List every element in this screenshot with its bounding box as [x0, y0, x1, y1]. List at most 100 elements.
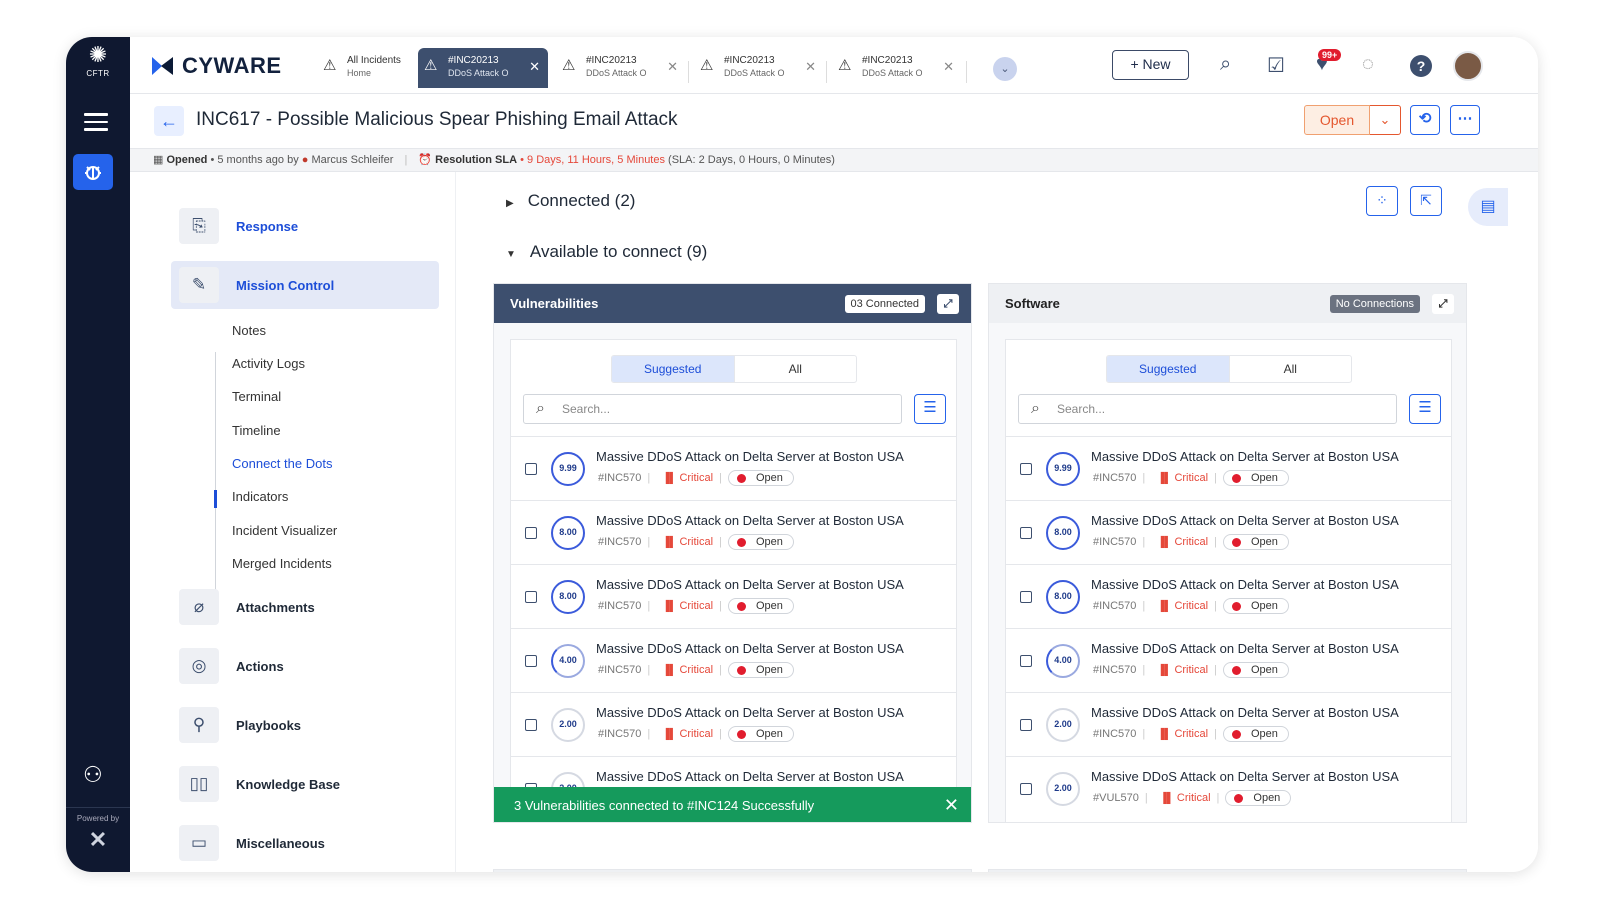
org-logo[interactable]: ✺ CFTR: [78, 43, 118, 79]
item-title[interactable]: Massive DDoS Attack on Delta Server at B…: [1091, 449, 1399, 464]
graph-view-button[interactable]: ⁘: [1366, 186, 1398, 216]
brand-logo[interactable]: CYWARE: [152, 53, 282, 79]
item-title[interactable]: Massive DDoS Attack on Delta Server at B…: [596, 577, 904, 592]
close-tab-icon[interactable]: ✕: [805, 60, 816, 73]
filter-settings-icon[interactable]: ☰: [1409, 394, 1441, 424]
back-arrow-icon[interactable]: ←: [154, 106, 184, 136]
tab-incident-1[interactable]: ⚠ #INC20213 DDoS Attack O ✕: [418, 48, 548, 88]
row-checkbox[interactable]: [1020, 719, 1032, 731]
tab-incident-2[interactable]: ⚠ #INC20213 DDoS Attack O ✕: [556, 48, 686, 88]
nav-mission-control[interactable]: ✎ Mission Control: [171, 261, 439, 309]
list-item[interactable]: 4.00 Massive DDoS Attack on Delta Server …: [1006, 628, 1451, 692]
item-title[interactable]: Massive DDoS Attack on Delta Server at B…: [1091, 705, 1399, 720]
risk-score: 8.00: [551, 516, 585, 550]
row-checkbox[interactable]: [525, 719, 537, 731]
cyware-logo-icon: [152, 55, 176, 77]
list-item[interactable]: 2.00 Massive DDoS Attack on Delta Server …: [1006, 756, 1451, 820]
nav-sub-terminal[interactable]: Terminal: [232, 389, 281, 404]
tab-all[interactable]: All: [1230, 356, 1352, 382]
tab-suggested[interactable]: Suggested: [1107, 356, 1230, 382]
nav-attachments[interactable]: ⌀ Attachments: [171, 583, 439, 631]
nav-sub-timeline[interactable]: Timeline: [232, 423, 281, 438]
list-item[interactable]: 2.00 Massive DDoS Attack on Delta Server …: [1006, 692, 1451, 756]
refresh-button[interactable]: ⟲: [1410, 105, 1440, 135]
item-title[interactable]: Massive DDoS Attack on Delta Server at B…: [596, 449, 904, 464]
tab-incident-3[interactable]: ⚠ #INC20213 DDoS Attack O ✕: [694, 48, 824, 88]
row-checkbox[interactable]: [1020, 783, 1032, 795]
nav-sub-incident-visualizer[interactable]: Incident Visualizer: [232, 523, 337, 538]
nav-sub-indicators[interactable]: Indicators: [232, 489, 288, 504]
close-tab-icon[interactable]: ✕: [943, 60, 954, 73]
list-item[interactable]: 4.00 Massive DDoS Attack on Delta Server …: [511, 628, 956, 692]
expand-icon[interactable]: ⤢: [1432, 293, 1454, 314]
search-icon: ⌕: [536, 400, 545, 417]
chevron-down-icon[interactable]: ⌄: [1370, 105, 1401, 135]
export-button[interactable]: ⇱: [1410, 186, 1442, 216]
item-title[interactable]: Massive DDoS Attack on Delta Server at B…: [596, 641, 904, 656]
list-item[interactable]: 8.00 Massive DDoS Attack on Delta Server …: [511, 564, 956, 628]
item-title[interactable]: Massive DDoS Attack on Delta Server at B…: [1091, 641, 1399, 656]
severity-badge: Critical: [662, 472, 713, 484]
connected-section-toggle[interactable]: ▶ Connected (2): [506, 191, 635, 211]
status-dropdown[interactable]: Open: [1304, 105, 1370, 135]
search-icon: ⌕: [1031, 400, 1040, 417]
nav-sub-activity-logs[interactable]: Activity Logs: [232, 356, 305, 371]
nav-actions[interactable]: ◎ Actions: [171, 642, 439, 690]
avatar[interactable]: [1453, 51, 1483, 81]
new-button[interactable]: + New: [1112, 50, 1189, 80]
user-profile-icon[interactable]: ⚇: [83, 762, 103, 788]
list-item[interactable]: 9.99 Massive DDoS Attack on Delta Server …: [1006, 436, 1451, 500]
item-title[interactable]: Massive DDoS Attack on Delta Server at B…: [1091, 769, 1399, 784]
list-item[interactable]: 2.00 Massive DDoS Attack on Delta Server …: [511, 692, 956, 756]
search-icon[interactable]: ⌕: [1220, 53, 1231, 76]
hamburger-menu-icon[interactable]: [84, 113, 108, 136]
tab-suggested[interactable]: Suggested: [612, 356, 735, 382]
incident-module-button[interactable]: [73, 154, 113, 190]
filter-settings-icon[interactable]: ☰: [914, 394, 946, 424]
item-title[interactable]: Massive DDoS Attack on Delta Server at B…: [596, 705, 904, 720]
item-title[interactable]: Massive DDoS Attack on Delta Server at B…: [1091, 577, 1399, 592]
list-item[interactable]: 8.00 Massive DDoS Attack on Delta Server …: [1006, 564, 1451, 628]
nav-sub-notes[interactable]: Notes: [232, 323, 266, 338]
status-badge: Open: [727, 598, 794, 614]
cyware-mark-icon: ✕: [88, 827, 108, 852]
nav-sub-merged-incidents[interactable]: Merged Incidents: [232, 556, 332, 571]
nav-knowledge-base[interactable]: ▯▯ Knowledge Base: [171, 760, 439, 808]
row-checkbox[interactable]: [525, 463, 537, 475]
item-title[interactable]: Massive DDoS Attack on Delta Server at B…: [596, 769, 904, 784]
row-checkbox[interactable]: [525, 655, 537, 667]
row-checkbox[interactable]: [1020, 527, 1032, 539]
row-checkbox[interactable]: [1020, 591, 1032, 603]
item-title[interactable]: Massive DDoS Attack on Delta Server at B…: [596, 513, 904, 528]
expand-icon[interactable]: ⤢: [937, 293, 959, 314]
tab-all[interactable]: All: [735, 356, 857, 382]
available-section-toggle[interactable]: ▼ Available to connect (9): [506, 242, 707, 262]
search-input[interactable]: ⌕ Search...: [523, 394, 902, 424]
close-tab-icon[interactable]: ✕: [529, 60, 540, 73]
nav-response[interactable]: ⎘ Response: [171, 202, 439, 250]
list-item[interactable]: 8.00 Massive DDoS Attack on Delta Server …: [511, 500, 956, 564]
close-tab-icon[interactable]: ✕: [667, 60, 678, 73]
close-icon[interactable]: ✕: [944, 787, 959, 822]
row-checkbox[interactable]: [1020, 463, 1032, 475]
nav-sub-connect-the-dots[interactable]: Connect the Dots: [232, 456, 332, 471]
list-item[interactable]: 8.00 Massive DDoS Attack on Delta Server …: [1006, 500, 1451, 564]
row-checkbox[interactable]: [525, 591, 537, 603]
nav-playbooks[interactable]: ⚲ Playbooks: [171, 701, 439, 749]
status-badge: Open: [727, 726, 794, 742]
tasks-check-icon[interactable]: ☑: [1267, 53, 1285, 78]
more-options-button[interactable]: ⋯: [1450, 105, 1480, 135]
search-input[interactable]: ⌕ Search...: [1018, 394, 1397, 424]
tab-incident-4[interactable]: ⚠ #INC20213 DDoS Attack O ✕: [832, 48, 962, 88]
nav-miscellaneous[interactable]: ▭ Miscellaneous: [171, 819, 439, 867]
opened-by-user[interactable]: Marcus Schleifer: [311, 154, 393, 166]
row-checkbox[interactable]: [1020, 655, 1032, 667]
more-tabs-chevron-icon[interactable]: ⌄: [993, 57, 1017, 81]
row-checkbox[interactable]: [525, 527, 537, 539]
list-item[interactable]: 9.99 Massive DDoS Attack on Delta Server …: [511, 436, 956, 500]
side-panel-toggle-icon[interactable]: ▤: [1468, 188, 1508, 226]
help-icon[interactable]: ?: [1410, 55, 1432, 77]
tab-all-incidents[interactable]: ⚠ All Incidents Home: [317, 48, 417, 88]
item-meta: #INC570|Critical|Open: [1093, 534, 1289, 550]
item-title[interactable]: Massive DDoS Attack on Delta Server at B…: [1091, 513, 1399, 528]
